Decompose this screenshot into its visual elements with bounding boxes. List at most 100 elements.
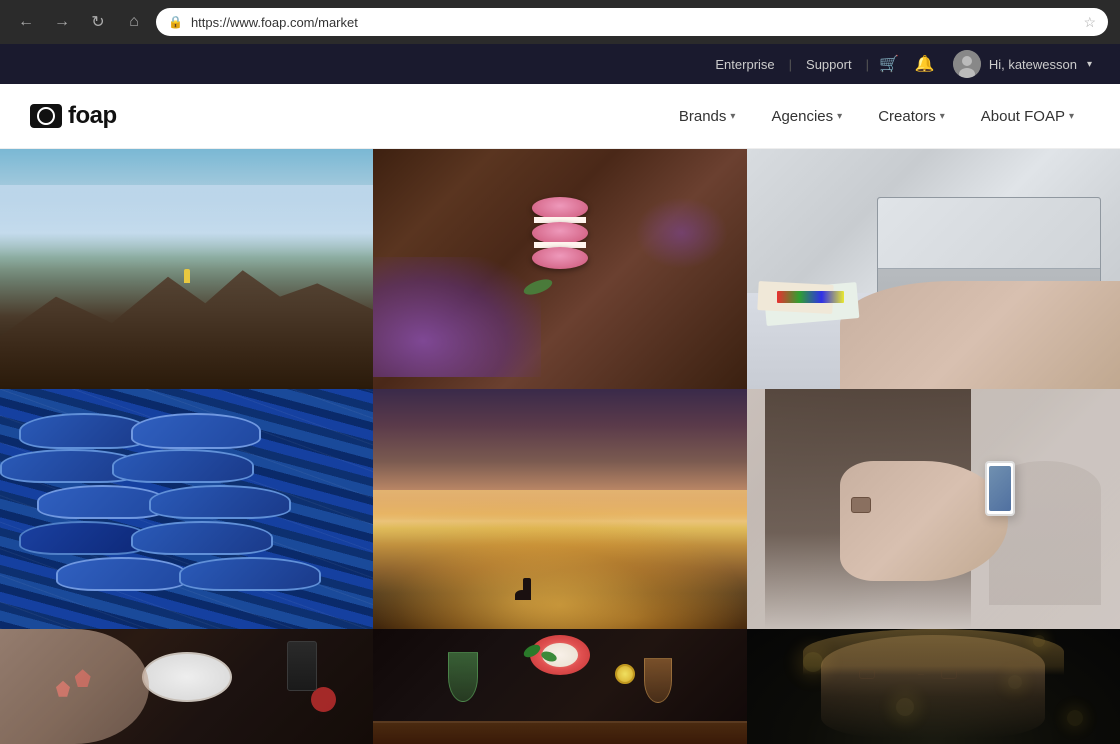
laptop-screen (878, 198, 1100, 269)
utility-bar: Enterprise | Support | 🛒 🔔 Hi, katewesso… (0, 44, 1120, 84)
url-text: https://www.foap.com/market (191, 15, 1075, 30)
boat9 (56, 557, 187, 591)
city-glow-left (373, 497, 746, 629)
colored-tabs (777, 291, 844, 303)
dragonfruit-flesh (542, 643, 578, 667)
boat4 (112, 449, 254, 483)
horizon-glow (373, 490, 746, 538)
mint2 (540, 650, 558, 664)
photo-food1[interactable] (0, 629, 373, 744)
about-chevron: ▾ (1069, 111, 1074, 122)
agencies-chevron: ▾ (837, 111, 842, 122)
hair-portrait (803, 629, 1064, 675)
photo-grid-row3 (0, 629, 1120, 744)
photo-city[interactable] (373, 389, 746, 629)
city-lights (373, 509, 746, 629)
jar (287, 641, 317, 691)
photo-mountain[interactable] (0, 149, 373, 389)
nav-creators[interactable]: Creators ▾ (862, 100, 961, 133)
logo[interactable]: foap (30, 102, 117, 130)
photo-grid-row2 (0, 389, 1120, 629)
cocktail2 (644, 658, 672, 703)
boat8 (131, 521, 273, 555)
photo-portrait[interactable] (747, 629, 1120, 744)
home-button[interactable]: ⌂ (120, 8, 148, 36)
macaron-mid (532, 222, 588, 244)
mountain-mist (0, 185, 373, 269)
phone-screen-display (989, 466, 1011, 511)
photo-boats[interactable] (0, 389, 373, 629)
figure-head (515, 590, 529, 600)
person-silhouette (184, 269, 190, 283)
photo-phone[interactable] (747, 389, 1120, 629)
macaron-top (532, 197, 588, 219)
photo-laptop[interactable] (747, 149, 1120, 389)
avatar (953, 50, 981, 78)
hair (765, 389, 970, 629)
user-menu-chevron: ▾ (1087, 59, 1092, 70)
user-name-label: Hi, katewesson (989, 57, 1077, 72)
bokeh-light-1 (803, 652, 823, 672)
paper1 (764, 282, 860, 326)
figure-silhouette (523, 578, 531, 600)
cutting-board (373, 721, 746, 744)
bokeh-light-2 (1008, 675, 1022, 689)
city-bg (373, 389, 746, 629)
photo-food2[interactable] (373, 629, 746, 744)
desk-surface (747, 293, 1120, 389)
mint1 (521, 642, 542, 660)
reload-button[interactable]: ↻ (84, 8, 112, 36)
glasses-bridge (918, 674, 924, 676)
brands-label: Brands (679, 108, 727, 125)
browser-chrome: ← → ↻ ⌂ 🔒 https://www.foap.com/market ☆ (0, 0, 1120, 44)
mountain-bg (0, 149, 373, 389)
lemon-slice (615, 664, 635, 684)
food2-bg (373, 629, 746, 744)
photo-macarons[interactable] (373, 149, 746, 389)
main-nav: foap Brands ▾ Agencies ▾ Creators ▾ Abou… (0, 84, 1120, 149)
strawberry2 (56, 681, 70, 697)
food1-bg (0, 629, 373, 744)
cocktail1 (448, 652, 478, 702)
nav-agencies[interactable]: Agencies ▾ (755, 100, 858, 133)
user-menu[interactable]: Hi, katewesson ▾ (945, 50, 1100, 78)
forward-button[interactable]: → (48, 8, 76, 36)
herb-decoration (522, 276, 554, 298)
glasses-left (859, 669, 875, 679)
macarons-stack (532, 197, 588, 269)
boat7 (19, 521, 150, 555)
bokeh-light-5 (1067, 710, 1083, 726)
boat-lines (0, 389, 373, 629)
back-button[interactable]: ← (12, 8, 40, 36)
bg-blur (747, 389, 1120, 629)
separator-2: | (866, 57, 869, 72)
lock-icon: 🔒 (168, 15, 183, 29)
support-link[interactable]: Support (796, 57, 862, 72)
boat6 (149, 485, 291, 519)
separator-1: | (789, 57, 792, 72)
paper2 (757, 281, 833, 314)
plate (142, 652, 232, 702)
creators-label: Creators (878, 108, 936, 125)
photo-grid-row1 (0, 149, 1120, 389)
cart-icon[interactable]: 🛒 (873, 54, 905, 74)
nav-brands[interactable]: Brands ▾ (663, 100, 752, 133)
nav-about[interactable]: About FOAP ▾ (965, 100, 1090, 133)
hands (840, 281, 1120, 389)
enterprise-link[interactable]: Enterprise (705, 57, 784, 72)
bookmark-icon[interactable]: ☆ (1083, 14, 1096, 31)
macaron-bottom (532, 247, 588, 269)
watch (851, 497, 871, 513)
city-glow-right (373, 521, 746, 629)
macarons-bg (373, 149, 746, 389)
mountain-rocks (0, 257, 373, 389)
phone-bg (747, 389, 1120, 629)
notification-icon[interactable]: 🔔 (909, 54, 941, 74)
bokeh-light-4 (1033, 635, 1045, 647)
strawberry1 (75, 669, 91, 687)
face-shape (821, 635, 1045, 739)
arm (840, 461, 1008, 581)
macaron-cream2 (534, 242, 586, 248)
address-bar[interactable]: 🔒 https://www.foap.com/market ☆ (156, 8, 1108, 36)
macaron-cream1 (534, 217, 586, 223)
